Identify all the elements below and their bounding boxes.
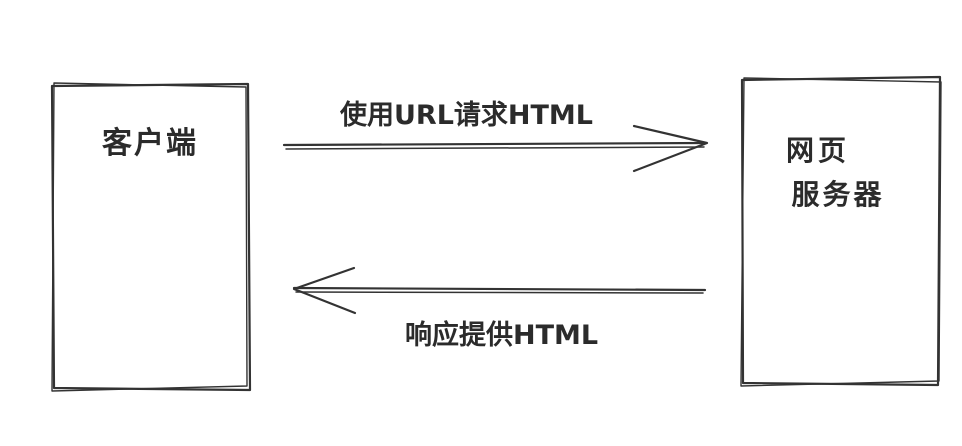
response-arrow [292, 266, 707, 315]
server-label-line2: 服务器 [791, 178, 884, 211]
request-arrow [282, 124, 709, 173]
server-box [740, 75, 942, 387]
server-label-line1: 网页 [786, 134, 850, 167]
response-label: 响应提供HTML [405, 319, 598, 351]
client-label: 客户端 [102, 126, 198, 161]
diagram-canvas: 客户端 网页 服务器 使用URL请求HTML 响应提供HTML [50, 75, 942, 392]
request-label: 使用URL请求HTML [339, 100, 593, 131]
